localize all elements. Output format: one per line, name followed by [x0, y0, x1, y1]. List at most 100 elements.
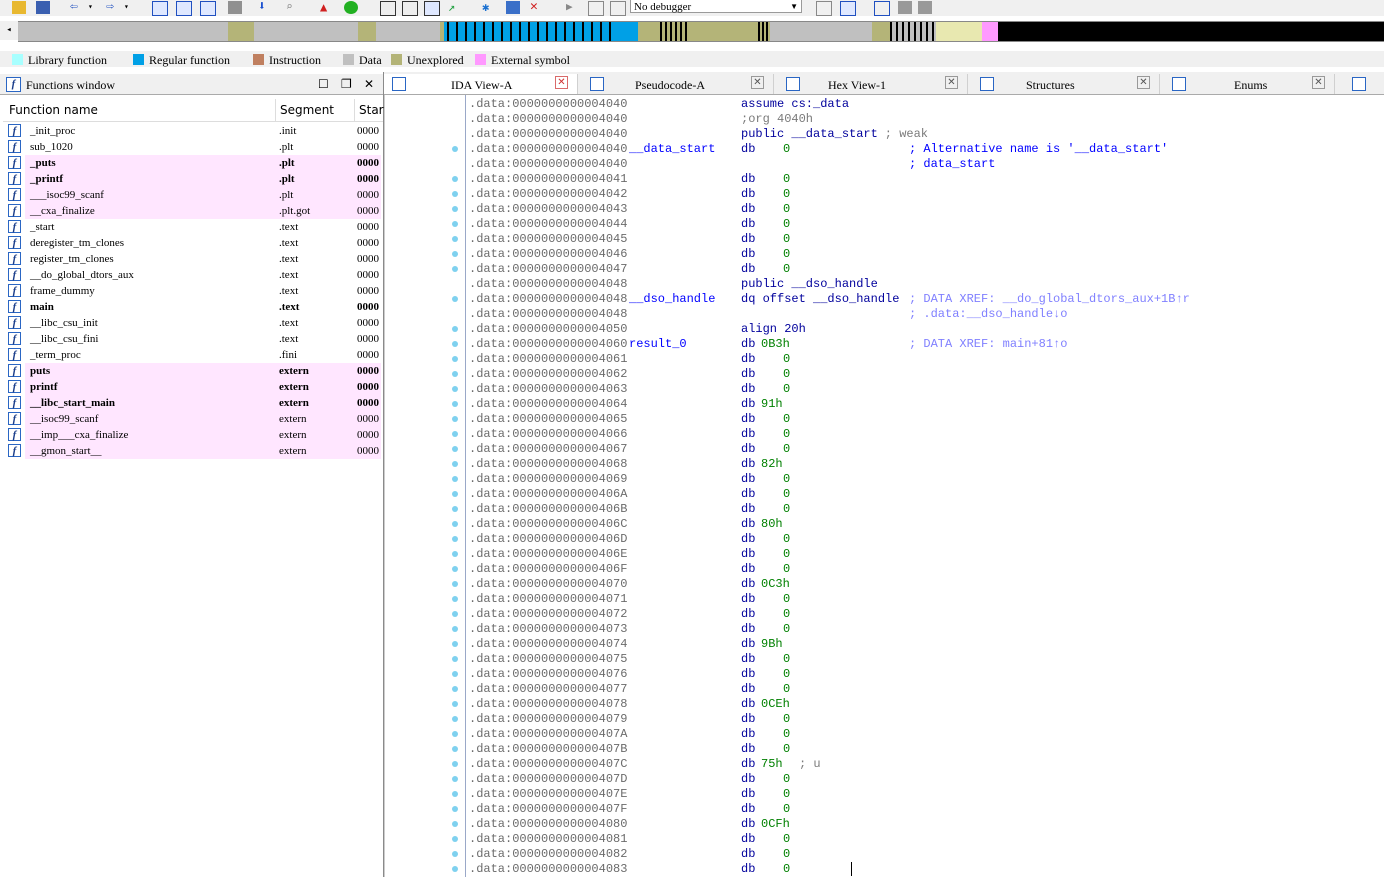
breakpoint-dot-icon[interactable]: [452, 446, 458, 452]
line-xref-comment[interactable]: ; .data:__dso_handle↓o: [909, 307, 1067, 322]
breakpoint-dot-icon[interactable]: [452, 671, 458, 677]
disasm-line[interactable]: .data:0000000000004078 db 0CEh: [385, 697, 1384, 712]
function-row[interactable]: f __libc_csu_fini .text 0000: [3, 331, 383, 347]
disasm-line[interactable]: .data:0000000000004047 db 0: [385, 262, 1384, 277]
open-icon[interactable]: [12, 1, 26, 14]
breakpoint-dot-icon[interactable]: [452, 251, 458, 257]
hammer-icon[interactable]: [918, 1, 932, 14]
disasm-line[interactable]: .data:0000000000004063 db 0: [385, 382, 1384, 397]
disasm-line[interactable]: .data:000000000000406F db 0: [385, 562, 1384, 577]
disasm-line[interactable]: .data:0000000000004072 db 0: [385, 607, 1384, 622]
ida-view-disassembly[interactable]: .data:0000000000004040 assume cs:_data .da…: [384, 95, 1384, 877]
disasm-line[interactable]: .data:0000000000004067 db 0: [385, 442, 1384, 457]
data-icon[interactable]: [402, 1, 418, 16]
function-row[interactable]: f __libc_csu_init .text 0000: [3, 315, 383, 331]
disasm-line[interactable]: .data:0000000000004066 db 0: [385, 427, 1384, 442]
tab-hex-view-1[interactable]: Hex View-1 ✕: [778, 74, 968, 94]
breakpoint-dot-icon[interactable]: [452, 791, 458, 797]
warning-icon[interactable]: ▲: [320, 1, 334, 14]
line-xref-comment[interactable]: ; Alternative name is '__data_start': [909, 142, 1168, 157]
function-row[interactable]: f main .text 0000: [3, 299, 383, 315]
disasm-line[interactable]: .data:0000000000004070 db 0C3h: [385, 577, 1384, 592]
breakpoint-dot-icon[interactable]: [452, 296, 458, 302]
disasm-line[interactable]: .data:0000000000004042 db 0: [385, 187, 1384, 202]
back-icon[interactable]: ⇦: [70, 0, 84, 14]
disasm-line[interactable]: .data:0000000000004069 db 0: [385, 472, 1384, 487]
breakpoint-dot-icon[interactable]: [452, 851, 458, 857]
breakpoint-dot-icon[interactable]: [452, 401, 458, 407]
disasm-line[interactable]: .data:0000000000004064 db 91h: [385, 397, 1384, 412]
function-row[interactable]: f frame_dummy .text 0000: [3, 283, 383, 299]
disasm-line[interactable]: .data:0000000000004075 db 0: [385, 652, 1384, 667]
breakpoint-dot-icon[interactable]: [452, 611, 458, 617]
search-icon[interactable]: ⌕: [286, 1, 300, 14]
restore-icon[interactable]: ❐: [341, 77, 352, 91]
tab-enums[interactable]: Enums ✕: [1164, 74, 1335, 94]
tab-overflow[interactable]: [1344, 74, 1384, 94]
disasm-line[interactable]: .data:0000000000004065 db 0: [385, 412, 1384, 427]
forward-icon[interactable]: ⇨: [106, 0, 120, 14]
tab-structures[interactable]: Structures ✕: [972, 74, 1160, 94]
tab-close-icon[interactable]: ✕: [1312, 76, 1325, 89]
disasm-line[interactable]: .data:0000000000004083 db 0: [385, 862, 1384, 877]
disasm-line[interactable]: .data:000000000000406A db 0: [385, 487, 1384, 502]
breakpoint-dot-icon[interactable]: [452, 761, 458, 767]
disasm-line[interactable]: .data:0000000000004050 align 20h: [385, 322, 1384, 337]
disasm-line[interactable]: .data:000000000000407A db 0: [385, 727, 1384, 742]
disasm-line[interactable]: .data:000000000000406C db 80h: [385, 517, 1384, 532]
disasm-line[interactable]: .data:0000000000004060 result_0 db 0B3h ; DA…: [385, 337, 1384, 352]
debugger-select[interactable]: No debugger ▼: [630, 0, 802, 13]
breakpoint-dot-icon[interactable]: [452, 716, 458, 722]
stop-square-icon[interactable]: [610, 1, 626, 16]
disasm-line[interactable]: .data:0000000000004074 db 9Bh: [385, 637, 1384, 652]
line-xref-comment[interactable]: ; DATA XREF: __do_global_dtors_aux+1B↑r: [909, 292, 1190, 307]
breakpoint-dot-icon[interactable]: [452, 866, 458, 872]
function-row[interactable]: f _printf .plt 0000: [3, 171, 383, 187]
disasm-line[interactable]: .data:0000000000004040 public __data_star…: [385, 127, 1384, 142]
disasm-line[interactable]: .data:0000000000004062 db 0: [385, 367, 1384, 382]
tab-close-icon[interactable]: ✕: [945, 76, 958, 89]
breakpoint-dot-icon[interactable]: [452, 701, 458, 707]
line-label[interactable]: result_0: [629, 337, 687, 352]
breakpoint-dot-icon[interactable]: [452, 491, 458, 497]
breakpoint-dot-icon[interactable]: [452, 236, 458, 242]
disasm-line[interactable]: .data:000000000000407E db 0: [385, 787, 1384, 802]
breakpoint-dot-icon[interactable]: [452, 506, 458, 512]
disasm-line[interactable]: .data:0000000000004048 public __dso_handl…: [385, 277, 1384, 292]
disasm-line[interactable]: .data:0000000000004040 ;org 4040h: [385, 112, 1384, 127]
green-circle-icon[interactable]: [344, 1, 358, 14]
disasm-line[interactable]: .data:0000000000004045 db 0: [385, 232, 1384, 247]
navigation-band[interactable]: [18, 21, 1384, 42]
function-row[interactable]: f ___isoc99_scanf .plt 0000: [3, 187, 383, 203]
breakpoint-dot-icon[interactable]: [452, 341, 458, 347]
line-label[interactable]: __data_start: [629, 142, 715, 157]
column-segment[interactable]: Segment: [280, 103, 334, 117]
segment-icon[interactable]: [200, 1, 216, 16]
breakpoint-dot-icon[interactable]: [452, 266, 458, 272]
tab-ida-view-a[interactable]: IDA View-A ✕: [384, 74, 578, 94]
play-icon[interactable]: ▶: [566, 1, 580, 14]
breakpoint-dot-icon[interactable]: [452, 191, 458, 197]
line-xref-comment[interactable]: ; DATA XREF: main+81↑o: [909, 337, 1067, 352]
down-arrow-icon[interactable]: ⬇: [258, 0, 272, 14]
code-icon[interactable]: [380, 1, 396, 16]
function-row[interactable]: f puts extern 0000: [3, 363, 383, 379]
disasm-line[interactable]: .data:000000000000407D db 0: [385, 772, 1384, 787]
disasm-line[interactable]: .data:0000000000004077 db 0: [385, 682, 1384, 697]
function-row[interactable]: f _puts .plt 0000: [3, 155, 383, 171]
disasm-line[interactable]: .data:0000000000004046 db 0: [385, 247, 1384, 262]
tab-close-icon[interactable]: ✕: [751, 76, 764, 89]
list-icon[interactable]: [874, 1, 890, 16]
toggle-icon[interactable]: [152, 1, 168, 16]
close-icon[interactable]: ✕: [364, 77, 374, 91]
column-start[interactable]: Star: [359, 103, 384, 117]
breakpoint-dot-icon[interactable]: [452, 386, 458, 392]
breakpoint-dot-icon[interactable]: [452, 461, 458, 467]
function-row[interactable]: f sub_1020 .plt 0000: [3, 139, 383, 155]
disasm-line[interactable]: .data:0000000000004081 db 0: [385, 832, 1384, 847]
breakpoint-dot-icon[interactable]: [452, 641, 458, 647]
disasm-line[interactable]: .data:000000000000406D db 0: [385, 532, 1384, 547]
function-row[interactable]: f _start .text 0000: [3, 219, 383, 235]
breakpoint-dot-icon[interactable]: [452, 626, 458, 632]
tab-close-icon[interactable]: ✕: [555, 76, 568, 89]
